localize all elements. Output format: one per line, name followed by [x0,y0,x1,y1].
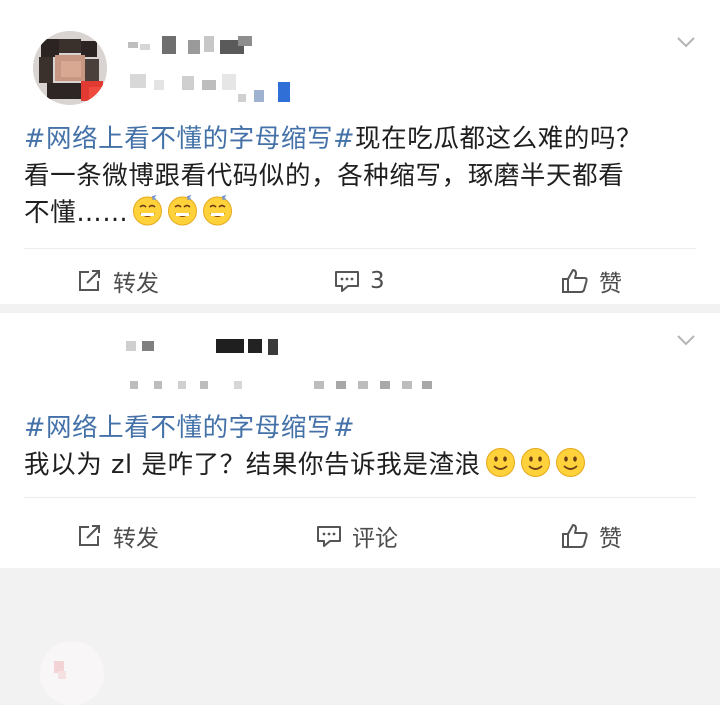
grin-sweat-emoji [167,194,198,226]
post-text: #网络上看不懂的字母缩写# 我以为 zl 是咋了？结果你告诉我是渣浪 [24,410,700,484]
like-label: 赞 [599,526,622,552]
hashtag-link[interactable]: #网络上看不懂的字母缩写# [24,124,355,154]
repost-icon [79,270,100,291]
post-text-line2: 我以为 zl 是咋了？结果你告诉我是渣浪 [24,447,700,484]
like-icon [562,524,588,548]
comment-label: 评论 [352,526,398,552]
like-icon [562,269,588,293]
repost-label: 转发 [113,526,159,552]
post-text-line3: 不懂…… [24,194,700,232]
action-bar: 转发 3 赞 [0,256,720,306]
comment-count: 3 [370,268,385,294]
repost-icon [79,525,100,546]
divider [24,497,696,498]
repost-button[interactable]: 转发 [77,256,159,306]
comment-icon [317,526,341,547]
grin-sweat-emoji [202,194,233,226]
username-blurred[interactable] [126,335,436,397]
divider [24,248,696,249]
action-bar: 转发 评论 赞 [0,511,720,561]
grin-sweat-emoji [132,194,163,226]
smile-emoji [520,447,551,478]
post-text-line1: 现在吃瓜都这么难的吗？ [355,124,643,154]
like-label: 赞 [599,271,622,297]
chevron-down-icon[interactable] [676,35,696,49]
like-button[interactable]: 赞 [561,511,622,561]
comment-button[interactable]: 3 [334,256,385,306]
weibo-post-2: #网络上看不懂的字母缩写# 我以为 zl 是咋了？结果你告诉我是渣浪 转发 评论… [0,313,720,705]
comment-button[interactable]: 评论 [316,511,398,561]
hashtag-link[interactable]: #网络上看不懂的字母缩写# [24,413,355,443]
username-blurred[interactable] [128,34,318,106]
smile-emoji [555,447,586,478]
avatar-blurred[interactable] [40,641,104,705]
like-button[interactable]: 赞 [561,256,622,306]
comment-icon [335,271,359,292]
post-text: #网络上看不懂的字母缩写#现在吃瓜都这么难的吗？ 看一条微博跟看代码似的，各种缩… [24,121,700,232]
chevron-down-icon[interactable] [676,333,696,347]
smile-emoji [485,447,516,478]
repost-button[interactable]: 转发 [77,511,159,561]
avatar-blurred[interactable] [33,31,107,105]
repost-label: 转发 [113,271,159,297]
weibo-post-1: #网络上看不懂的字母缩写#现在吃瓜都这么难的吗？ 看一条微博跟看代码似的，各种缩… [0,0,720,304]
post-text-line2: 看一条微博跟看代码似的，各种缩写，琢磨半天都看 [24,161,625,191]
